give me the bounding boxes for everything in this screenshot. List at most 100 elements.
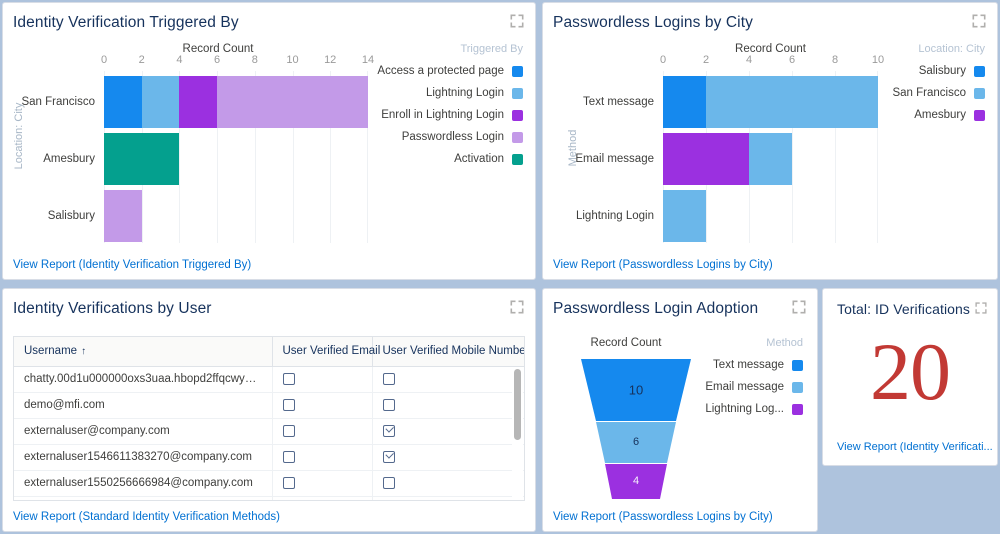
- cell-username: externaluser1546611383270@company.com: [14, 444, 273, 471]
- x-tick: 6: [214, 54, 221, 66]
- legend-swatch-icon: [512, 65, 523, 77]
- cell-username: demo@mfi.com: [14, 392, 273, 419]
- chart-login-adoption: Record Count Method Text message Email m…: [543, 323, 817, 501]
- column-label: Username: [24, 345, 78, 358]
- cell-email-verified: [272, 418, 373, 445]
- funnel-stage-lightning-login[interactable]: [605, 464, 667, 499]
- legend-swatch-icon: [512, 131, 523, 143]
- mobile-verified-checkbox[interactable]: [382, 424, 395, 437]
- card-title: Identity Verification Triggered By: [13, 14, 239, 31]
- legend-item-san-francisco[interactable]: San Francisco: [892, 87, 985, 99]
- legend-item-access-a-protected-page[interactable]: Access a protected page: [377, 65, 523, 77]
- bar-row[interactable]: San Francisco: [21, 76, 368, 128]
- bar-row[interactable]: Amesbury: [43, 133, 368, 185]
- email-verified-checkbox[interactable]: [282, 372, 295, 385]
- view-report-link[interactable]: View Report (Identity Verification Trigg…: [13, 259, 251, 271]
- expand-icon[interactable]: [792, 300, 806, 314]
- funnel-stage-email-message[interactable]: [596, 422, 676, 463]
- mobile-verified-checkbox[interactable]: [382, 398, 395, 411]
- table-row[interactable]: externaluser1550256666984@company.com: [14, 470, 524, 497]
- bar-segment-san-francisco[interactable]: [706, 76, 878, 128]
- mobile-verified-checkbox[interactable]: [382, 372, 395, 385]
- table-row[interactable]: externaluser1550259864773@company.com: [14, 496, 524, 500]
- table-row[interactable]: externaluser@company.com: [14, 418, 524, 445]
- legend-label: Email message: [705, 381, 784, 393]
- legend-label: Passwordless Login: [401, 131, 504, 143]
- legend-item-salisbury[interactable]: Salisbury: [919, 65, 985, 77]
- chart-logins-by-city: Record Count Location: City Salisbury Sa…: [543, 37, 997, 247]
- bar-row[interactable]: Email message: [575, 133, 878, 185]
- bar-segment-passwordless-login[interactable]: [104, 190, 142, 242]
- cell-email-verified: [272, 496, 373, 500]
- table-row[interactable]: demo@mfi.com: [14, 392, 524, 419]
- legend-item-email-message[interactable]: Email message: [705, 381, 803, 393]
- table-row[interactable]: externaluser1546611383270@company.com: [14, 444, 524, 471]
- legend-swatch-icon: [512, 109, 523, 121]
- legend-item-text-message[interactable]: Text message: [713, 359, 803, 371]
- email-verified-checkbox[interactable]: [282, 398, 295, 411]
- view-report-link[interactable]: View Report (Identity Verificati...: [837, 441, 993, 453]
- expand-icon[interactable]: [975, 302, 987, 314]
- card-title: Identity Verifications by User: [13, 300, 212, 317]
- legend-item-lightning-login[interactable]: Lightning Login: [426, 87, 523, 99]
- cell-mobile-verified: [372, 392, 524, 419]
- bar-segment-activation[interactable]: [104, 133, 180, 185]
- view-report-link[interactable]: View Report (Passwordless Logins by City…: [553, 511, 773, 523]
- bar-segment-passwordless-login[interactable]: [217, 76, 368, 128]
- bar-segment-access-a-protected-page[interactable]: [104, 76, 142, 128]
- column-header-user-verified-mobile-number[interactable]: User Verified Mobile Number: [372, 337, 524, 367]
- expand-icon[interactable]: [510, 300, 524, 314]
- x-tick: 0: [659, 54, 667, 66]
- legend-swatch-icon: [792, 359, 803, 371]
- table-header-row: Username ↑ User Verified Email User Verif…: [14, 337, 524, 367]
- expand-icon[interactable]: [972, 14, 986, 28]
- bar-row[interactable]: Salisbury: [48, 190, 368, 242]
- mobile-verified-checkbox[interactable]: [382, 476, 395, 489]
- email-verified-checkbox[interactable]: [282, 424, 295, 437]
- cell-username: externaluser1550256666984@company.com: [14, 470, 273, 497]
- email-verified-checkbox[interactable]: [282, 476, 295, 489]
- mobile-verified-checkbox[interactable]: [382, 450, 395, 463]
- legend-item-lightning-login[interactable]: Lightning Log...: [705, 403, 803, 415]
- category-label: San Francisco: [21, 96, 95, 108]
- bar-segment-lightning-login[interactable]: [141, 76, 180, 128]
- bar-segment-san-francisco[interactable]: [749, 133, 792, 185]
- email-verified-checkbox[interactable]: [282, 450, 295, 463]
- bar-segment-enroll-in-lightning-login[interactable]: [179, 76, 218, 128]
- view-report-link[interactable]: View Report (Standard Identity Verificat…: [13, 511, 280, 523]
- category-label: Amesbury: [43, 153, 95, 165]
- column-header-user-verified-email[interactable]: User Verified Email: [272, 337, 380, 367]
- x-tick: 14: [361, 54, 375, 66]
- bar-segment-san-francisco[interactable]: [663, 190, 706, 242]
- view-report-link[interactable]: View Report (Passwordless Logins by City…: [553, 259, 773, 271]
- table-row[interactable]: chatty.00d1u000000oxs3uaa.hbopd2ffqcwy@c…: [14, 366, 524, 393]
- legend-item-enroll-in-lightning-login[interactable]: Enroll in Lightning Login: [381, 109, 523, 121]
- bar-row[interactable]: Text message: [583, 76, 878, 128]
- legend-item-passwordless-login[interactable]: Passwordless Login: [402, 131, 523, 143]
- table-vertical-scrollbar[interactable]: [512, 367, 523, 499]
- legend-label: Activation: [454, 153, 504, 165]
- legend-title: Method: [766, 337, 803, 349]
- legend-label: Access a protected page: [377, 65, 504, 77]
- x-tick: 0: [100, 54, 108, 66]
- card-passwordless-logins-by-city: Passwordless Logins by City Record Count…: [542, 2, 998, 280]
- bar-segment-salisbury[interactable]: [663, 76, 706, 128]
- legend-swatch-icon: [792, 403, 803, 415]
- y-axis-title: Method: [567, 129, 579, 167]
- legend-item-activation[interactable]: Activation: [454, 153, 523, 165]
- column-header-username[interactable]: Username ↑: [14, 337, 273, 367]
- funnel-stage-text-message[interactable]: [581, 359, 691, 421]
- expand-icon[interactable]: [510, 14, 524, 28]
- card-total-id-verifications: Total: ID Verifications 20 View Report (…: [822, 288, 998, 466]
- bar-row[interactable]: Lightning Login: [576, 190, 878, 242]
- legend-label: Salisbury: [918, 65, 966, 77]
- card-passwordless-login-adoption: Passwordless Login Adoption Record Count…: [542, 288, 818, 532]
- scrollbar-thumb[interactable]: [514, 369, 521, 441]
- legend-swatch-icon: [974, 109, 985, 121]
- sort-ascending-icon[interactable]: ↑: [77, 346, 86, 357]
- x-tick: 8: [831, 54, 839, 66]
- legend-label: San Francisco: [892, 87, 966, 99]
- x-tick: 2: [138, 54, 145, 66]
- bar-segment-amesbury[interactable]: [663, 133, 749, 185]
- legend-item-amesbury[interactable]: Amesbury: [914, 109, 985, 121]
